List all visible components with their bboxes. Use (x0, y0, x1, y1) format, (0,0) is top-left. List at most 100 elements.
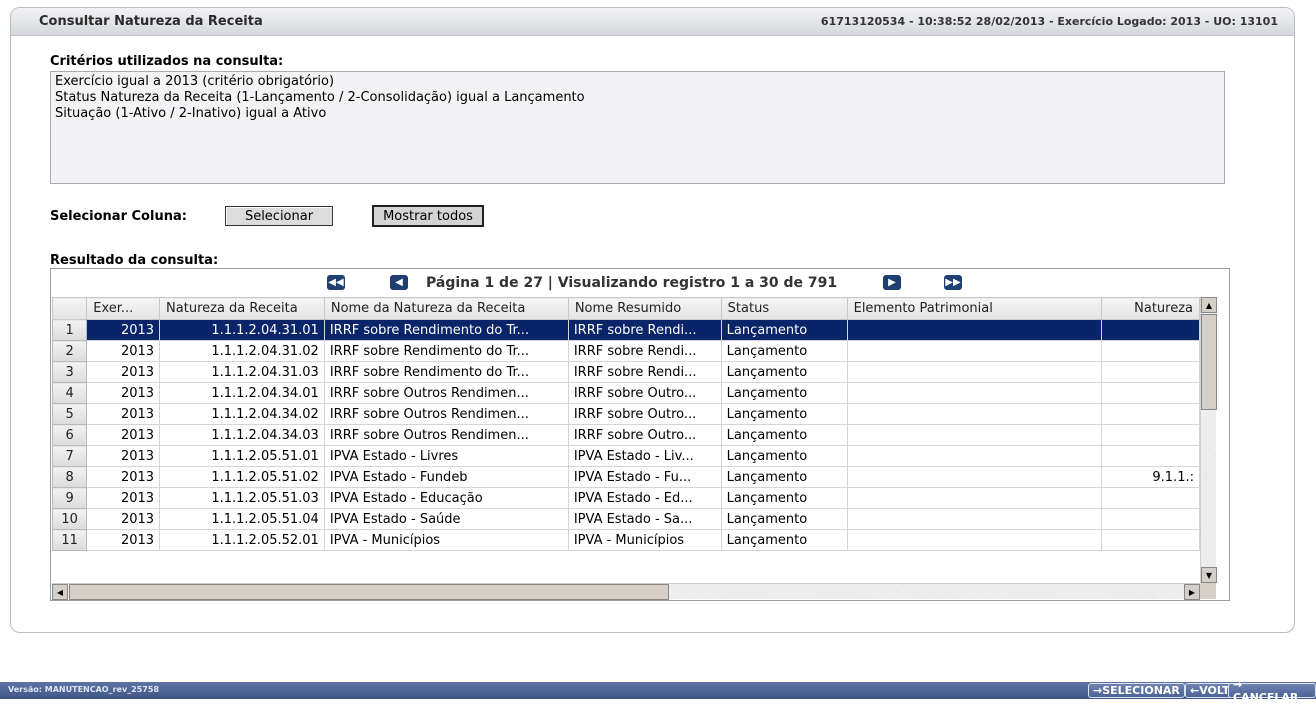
scroll-up-icon[interactable]: ▲ (1201, 297, 1217, 313)
page-title: Consultar Natureza da Receita (39, 14, 263, 29)
cell-natureza-receita: 1.1.1.2.05.51.04 (159, 508, 325, 530)
table-row[interactable]: 8 2013 1.1.1.2.05.51.02 IPVA Estado - Funde… (52, 466, 1200, 488)
select-column-button[interactable]: Selecionar (225, 206, 333, 226)
cell-elemento-patrimonial (846, 319, 1102, 341)
cell-nome-resumido: IPVA Estado - Ed... (567, 487, 722, 509)
footer-bar: Versão: MANUTENCAO_rev_25758 →SELECIONAR… (0, 678, 1316, 704)
cell-status: Lançamento (720, 466, 848, 488)
cell-nome-natureza: IRRF sobre Rendimento do Tr... (323, 340, 569, 362)
scroll-down-icon[interactable]: ▼ (1201, 567, 1217, 583)
column-header-elemento-patrimonial[interactable]: Elemento Patrimonial (846, 297, 1102, 320)
column-header-natureza-receita[interactable]: Natureza da Receita (159, 297, 325, 320)
table-row[interactable]: 4 2013 1.1.1.2.04.34.01 IRRF sobre Outros R… (52, 382, 1200, 404)
select-column-label: Selecionar Coluna: (50, 209, 187, 224)
horizontal-scroll-thumb[interactable] (69, 584, 669, 600)
cell-nome-resumido: IRRF sobre Rendi... (567, 319, 722, 341)
cell-natureza-receita: 1.1.1.2.04.31.01 (159, 319, 325, 341)
cell-nome-natureza: IPVA - Municípios (323, 529, 569, 551)
column-header-status[interactable]: Status (720, 297, 848, 320)
pager: ◀◀ ◀ Página 1 de 27 | Visualizando regis… (51, 269, 1229, 297)
cell-exercicio: 2013 (86, 508, 161, 530)
row-number: 11 (52, 529, 88, 551)
vertical-scrollbar[interactable]: ▲ ▼ (1200, 297, 1217, 583)
cell-status: Lançamento (720, 319, 848, 341)
horizontal-scrollbar[interactable]: ◀ ▶ (52, 583, 1200, 600)
cell-natureza-receita: 1.1.1.2.04.34.03 (159, 424, 325, 446)
previous-page-icon[interactable]: ◀ (390, 275, 408, 290)
column-header-rownum (52, 297, 88, 320)
cell-natureza: 9.1.1.: (1100, 466, 1200, 488)
cell-nome-resumido: IRRF sobre Outro... (567, 382, 722, 404)
column-header-natureza[interactable]: Natureza (1100, 297, 1200, 320)
cell-elemento-patrimonial (846, 424, 1102, 446)
first-page-icon[interactable]: ◀◀ (327, 275, 345, 290)
row-number: 7 (52, 445, 88, 467)
cell-elemento-patrimonial (846, 445, 1102, 467)
cell-exercicio: 2013 (86, 340, 161, 362)
table-row[interactable]: 1 2013 1.1.1.2.04.31.01 IRRF sobre Rendimen… (52, 319, 1200, 341)
cell-natureza-receita: 1.1.1.2.05.51.03 (159, 487, 325, 509)
last-page-icon[interactable]: ▶▶ (944, 275, 962, 290)
cell-status: Lançamento (720, 529, 848, 551)
select-button[interactable]: →SELECIONAR (1088, 683, 1185, 698)
cell-natureza-receita: 1.1.1.2.05.51.02 (159, 466, 325, 488)
cell-natureza-receita: 1.1.1.2.04.34.01 (159, 382, 325, 404)
cell-natureza-receita: 1.1.1.2.04.31.03 (159, 361, 325, 383)
row-number: 10 (52, 508, 88, 530)
cancel-button[interactable]: → CANCELAR (1228, 678, 1316, 704)
cell-elemento-patrimonial (846, 361, 1102, 383)
table-row[interactable]: 11 2013 1.1.1.2.05.52.01 IPVA - Municípios I… (52, 529, 1200, 551)
criteria-line: Status Natureza da Receita (1-Lançamento… (55, 90, 585, 105)
row-number: 6 (52, 424, 88, 446)
table-row[interactable]: 7 2013 1.1.1.2.05.51.01 IPVA Estado - Livre… (52, 445, 1200, 467)
cell-nome-natureza: IRRF sobre Rendimento do Tr... (323, 361, 569, 383)
criteria-textarea[interactable]: Exercício igual a 2013 (critério obrigat… (50, 71, 1225, 184)
table-viewport: Exer... Natureza da Receita Nome da Natu… (52, 297, 1200, 583)
scroll-left-icon[interactable]: ◀ (52, 584, 68, 600)
results-label: Resultado da consulta: (50, 253, 219, 268)
cell-elemento-patrimonial (846, 487, 1102, 509)
row-number: 2 (52, 340, 88, 362)
cell-natureza (1100, 445, 1200, 467)
cell-nome-resumido: IPVA Estado - Sa... (567, 508, 722, 530)
table-row[interactable]: 6 2013 1.1.1.2.04.34.03 IRRF sobre Outros R… (52, 424, 1200, 446)
cell-nome-resumido: IRRF sobre Rendi... (567, 340, 722, 362)
cell-nome-natureza: IPVA Estado - Livres (323, 445, 569, 467)
column-header-nome-resumido[interactable]: Nome Resumido (567, 297, 722, 320)
cell-exercicio: 2013 (86, 424, 161, 446)
criteria-line: Situação (1-Ativo / 2-Inativo) igual a A… (55, 106, 327, 121)
table-row[interactable]: 10 2013 1.1.1.2.05.51.04 IPVA Estado - Saúd… (52, 508, 1200, 530)
next-page-icon[interactable]: ▶ (883, 275, 901, 290)
panel-header: Consultar Natureza da Receita 6171312053… (11, 8, 1294, 36)
cell-nome-natureza: IPVA Estado - Educação (323, 487, 569, 509)
cell-nome-natureza: IPVA Estado - Fundeb (323, 466, 569, 488)
cell-elemento-patrimonial (846, 529, 1102, 551)
table-row[interactable]: 2 2013 1.1.1.2.04.31.02 IRRF sobre Rendimen… (52, 340, 1200, 362)
cell-natureza-receita: 1.1.1.2.04.31.02 (159, 340, 325, 362)
scroll-right-icon[interactable]: ▶ (1184, 584, 1200, 600)
cell-natureza (1100, 340, 1200, 362)
cell-exercicio: 2013 (86, 361, 161, 383)
cell-natureza (1100, 487, 1200, 509)
table-row[interactable]: 3 2013 1.1.1.2.04.31.03 IRRF sobre Rendimen… (52, 361, 1200, 383)
vertical-scroll-thumb[interactable] (1201, 314, 1217, 410)
show-all-button[interactable]: Mostrar todos (372, 205, 484, 227)
cell-nome-resumido: IRRF sobre Outro... (567, 403, 722, 425)
cell-status: Lançamento (720, 361, 848, 383)
table-row[interactable]: 9 2013 1.1.1.2.05.51.03 IPVA Estado - Educa… (52, 487, 1200, 509)
criteria-line: Exercício igual a 2013 (critério obrigat… (55, 74, 335, 89)
cell-status: Lançamento (720, 445, 848, 467)
cell-elemento-patrimonial (846, 466, 1102, 488)
results-table: Exer... Natureza da Receita Nome da Natu… (52, 297, 1200, 551)
row-number: 3 (52, 361, 88, 383)
pager-text: Página 1 de 27 | Visualizando registro 1… (426, 275, 838, 291)
cell-natureza (1100, 319, 1200, 341)
table-row[interactable]: 5 2013 1.1.1.2.04.34.02 IRRF sobre Outros R… (52, 403, 1200, 425)
session-info: 61713120534 - 10:38:52 28/02/2013 - Exer… (820, 15, 1278, 28)
column-header-nome-natureza[interactable]: Nome da Natureza da Receita (323, 297, 569, 320)
cell-exercicio: 2013 (86, 445, 161, 467)
cell-exercicio: 2013 (86, 319, 161, 341)
cell-exercicio: 2013 (86, 529, 161, 551)
column-header-exercicio[interactable]: Exer... (86, 297, 161, 320)
row-number: 1 (52, 319, 88, 341)
